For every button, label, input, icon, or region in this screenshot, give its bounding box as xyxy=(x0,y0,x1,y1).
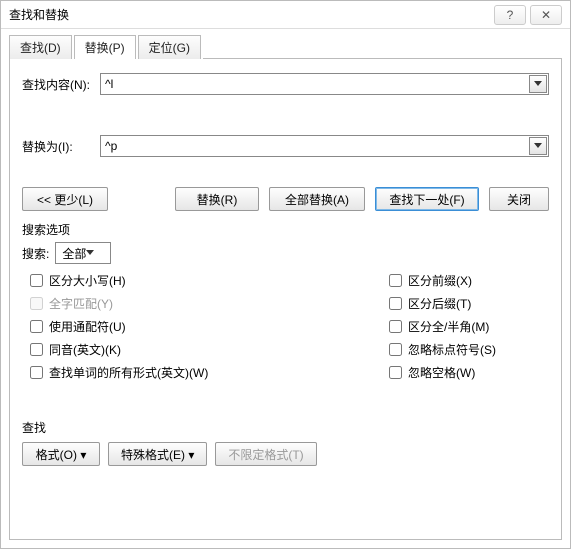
find-label: 查找内容(N): xyxy=(22,76,100,93)
options-grid: 区分大小写(H) 全字匹配(Y) 使用通配符(U) 同音(英文)(K) 查找单词… xyxy=(22,272,549,381)
find-dropdown-arrow[interactable] xyxy=(529,75,547,93)
find-replace-dialog: 查找和替换 ? ✕ 查找(D) 替换(P) 定位(G) 查找内容(N): xyxy=(0,0,571,549)
find-input-combo[interactable] xyxy=(100,73,549,95)
search-direction-row: 搜索: 全部 xyxy=(22,242,549,264)
help-button[interactable]: ? xyxy=(494,5,526,25)
no-format-button: 不限定格式(T) xyxy=(215,442,316,466)
options-left-column: 区分大小写(H) 全字匹配(Y) 使用通配符(U) 同音(英文)(K) 查找单词… xyxy=(22,272,389,381)
chk-all-forms[interactable]: 查找单词的所有形式(英文)(W) xyxy=(30,364,389,381)
find-input[interactable] xyxy=(105,77,544,91)
chk-ignore-punct[interactable]: 忽略标点符号(S) xyxy=(389,341,549,358)
find-section-title: 查找 xyxy=(22,419,549,436)
replace-dropdown-arrow[interactable] xyxy=(529,137,547,155)
find-next-button[interactable]: 查找下一处(F) xyxy=(375,187,479,211)
options-right-column: 区分前缀(X) 区分后缀(T) 区分全/半角(M) 忽略标点符号(S) 忽略空格… xyxy=(389,272,549,381)
replace-button[interactable]: 替换(R) xyxy=(175,187,259,211)
format-button[interactable]: 格式(O) ▾ xyxy=(22,442,100,466)
format-button-row: 格式(O) ▾ 特殊格式(E) ▾ 不限定格式(T) xyxy=(22,442,549,466)
search-direction-arrow[interactable] xyxy=(86,250,94,256)
chk-whole-word: 全字匹配(Y) xyxy=(30,295,389,312)
tab-strip: 查找(D) 替换(P) 定位(G) xyxy=(9,35,562,59)
chk-full-half[interactable]: 区分全/半角(M) xyxy=(389,318,549,335)
action-button-row: << 更少(L) 替换(R) 全部替换(A) 查找下一处(F) 关闭 xyxy=(22,187,549,211)
replace-panel: 查找内容(N): 替换为(I): < xyxy=(9,59,562,540)
replace-row: 替换为(I): xyxy=(22,135,549,157)
dialog-content: 查找(D) 替换(P) 定位(G) 查找内容(N): 替换为(I): xyxy=(1,29,570,548)
replace-input-combo[interactable] xyxy=(100,135,549,157)
chk-ignore-space[interactable]: 忽略空格(W) xyxy=(389,364,549,381)
find-row: 查找内容(N): xyxy=(22,73,549,95)
bottom-section: 查找 格式(O) ▾ 特殊格式(E) ▾ 不限定格式(T) xyxy=(22,419,549,466)
replace-label: 替换为(I): xyxy=(22,138,100,155)
search-options-title: 搜索选项 xyxy=(22,221,549,238)
help-icon: ? xyxy=(507,8,514,22)
chk-match-case[interactable]: 区分大小写(H) xyxy=(30,272,389,289)
replace-input[interactable] xyxy=(105,139,544,153)
chk-suffix[interactable]: 区分后缀(T) xyxy=(389,295,549,312)
chevron-down-icon xyxy=(534,143,542,149)
tab-find[interactable]: 查找(D) xyxy=(9,35,72,59)
titlebar: 查找和替换 ? ✕ xyxy=(1,1,570,29)
chk-sounds-like[interactable]: 同音(英文)(K) xyxy=(30,341,389,358)
close-button[interactable]: 关闭 xyxy=(489,187,549,211)
chevron-down-icon xyxy=(86,250,94,256)
tab-replace[interactable]: 替换(P) xyxy=(74,35,136,59)
less-button[interactable]: << 更少(L) xyxy=(22,187,108,211)
search-direction-combo[interactable]: 全部 xyxy=(55,242,111,264)
search-direction-value: 全部 xyxy=(62,245,86,262)
search-direction-label: 搜索: xyxy=(22,245,49,262)
special-format-button[interactable]: 特殊格式(E) ▾ xyxy=(108,442,207,466)
replace-all-button[interactable]: 全部替换(A) xyxy=(269,187,365,211)
dialog-title: 查找和替换 xyxy=(9,6,490,23)
tab-goto[interactable]: 定位(G) xyxy=(138,35,201,59)
chk-wildcards[interactable]: 使用通配符(U) xyxy=(30,318,389,335)
close-window-button[interactable]: ✕ xyxy=(530,5,562,25)
chk-prefix[interactable]: 区分前缀(X) xyxy=(389,272,549,289)
chevron-down-icon xyxy=(534,81,542,87)
close-icon: ✕ xyxy=(541,8,551,22)
